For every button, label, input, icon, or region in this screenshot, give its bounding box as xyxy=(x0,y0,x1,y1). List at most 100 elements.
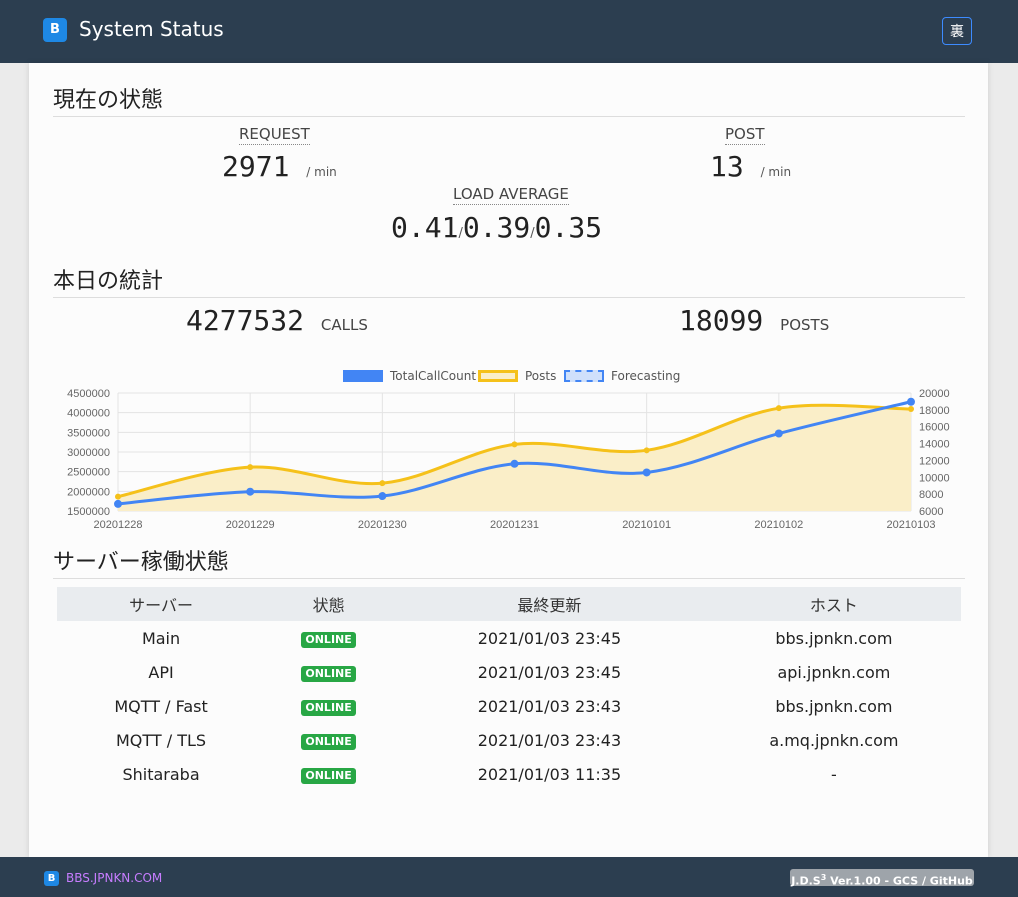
current-status-heading: 現在の状態 xyxy=(53,87,965,117)
left-axis-tick: 2500000 xyxy=(67,467,110,479)
request-value: 2971 / min xyxy=(222,151,337,188)
right-axis-tick: 20000 xyxy=(919,388,950,400)
server-name: MQTT / Fast xyxy=(114,696,208,716)
last-updated: 2021/01/03 23:45 xyxy=(477,662,622,682)
last-updated: 2021/01/03 23:45 xyxy=(477,628,622,648)
table-row: Shitaraba ONLINE 2021/01/03 11:35 - xyxy=(57,757,961,791)
request-label: REQUEST xyxy=(239,125,310,145)
post-label: POST xyxy=(725,125,765,145)
table-header-row: サーバー 状態 最終更新 ホスト xyxy=(57,587,961,621)
right-axis-tick: 12000 xyxy=(919,455,950,467)
table-row: MQTT / Fast ONLINE 2021/01/03 23:43 bbs.… xyxy=(57,689,961,723)
x-axis-tick: 20210103 xyxy=(887,519,936,531)
totalcallcount-point xyxy=(510,459,519,468)
x-axis-tick: 20201230 xyxy=(358,519,407,531)
host: api.jpnkn.com xyxy=(777,662,891,682)
posts-point xyxy=(379,480,386,487)
legend-label-forecasting[interactable]: Forecasting xyxy=(611,368,680,384)
x-axis-tick: 20201231 xyxy=(490,519,539,531)
left-axis-tick: 4500000 xyxy=(67,388,110,400)
load-average-value: 0.41/0.39/0.35 xyxy=(391,212,602,250)
total-calls-value: 4277532 xyxy=(186,304,305,337)
stats-chart: 4500000 4000000 3500000 3000000 2500000 20000… xyxy=(67,388,950,531)
post-count: 13 xyxy=(710,150,744,183)
load-5min: 0.39 xyxy=(462,211,531,244)
status-badge: ONLINE xyxy=(301,666,356,682)
col-status: 状態 xyxy=(265,587,393,621)
footer-site-link[interactable]: BBS.JPNKN.COM xyxy=(66,871,162,886)
posts-point xyxy=(115,493,121,500)
legend-label-totalcallcount[interactable]: TotalCallCount xyxy=(390,368,476,384)
right-axis-tick: 18000 xyxy=(919,405,950,417)
x-axis-tick: 20201228 xyxy=(94,519,143,531)
app-title[interactable]: System Status xyxy=(79,17,224,41)
server-name: MQTT / TLS xyxy=(116,730,207,750)
table-row: MQTT / TLS ONLINE 2021/01/03 23:43 a.mq.… xyxy=(57,723,961,757)
footer: B BBS.JPNKN.COM J.D.S3 Ver.1.00 - GCS / … xyxy=(0,857,1018,897)
legend-swatch-forecasting[interactable] xyxy=(564,370,604,382)
server-name: Main xyxy=(141,628,181,648)
post-unit: / min xyxy=(760,165,792,179)
request-count: 2971 xyxy=(222,150,290,183)
load-15min: 0.35 xyxy=(534,211,603,244)
posts-point xyxy=(775,405,782,412)
totalcallcount-point xyxy=(774,429,783,438)
right-axis-tick: 14000 xyxy=(919,439,950,451)
legend-label-posts[interactable]: Posts xyxy=(525,368,556,384)
legend-swatch-posts[interactable] xyxy=(478,370,518,382)
request-unit: / min xyxy=(306,165,337,179)
logo-icon[interactable]: B xyxy=(43,18,67,42)
left-axis-tick: 2000000 xyxy=(67,486,110,498)
right-axis-tick: 6000 xyxy=(919,506,943,518)
server-status-heading: サーバー稼働状態 xyxy=(53,549,965,579)
right-axis-tick: 8000 xyxy=(919,489,943,501)
status-badge: ONLINE xyxy=(301,734,356,750)
col-server: サーバー xyxy=(57,587,266,621)
left-axis-tick: 3500000 xyxy=(67,427,110,439)
totalcallcount-point xyxy=(378,492,387,501)
last-updated: 2021/01/03 23:43 xyxy=(477,730,622,750)
x-axis-tick: 20210102 xyxy=(754,519,803,531)
server-name: Shitaraba xyxy=(122,764,200,784)
top-navbar: B System Status 裏 xyxy=(0,0,1018,63)
status-badge: ONLINE xyxy=(301,700,356,716)
table-row: API ONLINE 2021/01/03 23:45 api.jpnkn.co… xyxy=(57,655,961,689)
last-updated: 2021/01/03 23:43 xyxy=(477,696,622,716)
legend-swatch-totalcallcount[interactable] xyxy=(343,370,383,382)
left-axis-tick: 1500000 xyxy=(67,506,110,518)
host: bbs.jpnkn.com xyxy=(775,696,893,716)
total-posts-unit: POSTS xyxy=(780,316,830,334)
table-row: Main ONLINE 2021/01/03 23:45 bbs.jpnkn.c… xyxy=(57,621,961,655)
last-updated: 2021/01/03 11:35 xyxy=(477,764,622,784)
right-axis-tick: 10000 xyxy=(919,472,950,484)
posts-point xyxy=(908,406,914,413)
version-suffix: Ver.1.00 - GCS / GitHub xyxy=(826,874,973,888)
theme-toggle-button[interactable]: 裏 xyxy=(942,17,972,45)
host: a.mq.jpnkn.com xyxy=(769,730,899,750)
totalcallcount-point xyxy=(114,499,122,508)
host: bbs.jpnkn.com xyxy=(775,628,893,648)
version-badge[interactable]: J.D.S3 Ver.1.00 - GCS / GitHub xyxy=(790,869,974,888)
posts-point xyxy=(247,464,254,471)
col-last-updated: 最終更新 xyxy=(392,587,707,621)
load-1min: 0.41 xyxy=(391,211,459,244)
server-table: サーバー 状態 最終更新 ホスト Main ONLINE 2021/01/03 … xyxy=(57,587,961,791)
status-badge: ONLINE xyxy=(301,632,356,648)
footer-logo-icon[interactable]: B xyxy=(44,871,59,886)
x-axis-tick: 20210101 xyxy=(622,519,671,531)
totalcallcount-point xyxy=(907,397,915,406)
version-prefix: J.D.S xyxy=(791,874,821,888)
total-posts-value: 18099 xyxy=(679,304,764,337)
col-host: ホスト xyxy=(706,587,961,621)
posts-point xyxy=(511,441,518,448)
total-posts: 18099 POSTS xyxy=(679,305,829,341)
left-axis-tick: 3000000 xyxy=(67,447,110,459)
post-value: 13 / min xyxy=(710,151,791,188)
total-calls: 4277532 CALLS xyxy=(186,305,368,341)
x-axis-tick: 20201229 xyxy=(226,519,275,531)
left-axis-tick: 4000000 xyxy=(67,408,110,420)
totalcallcount-point xyxy=(642,468,651,477)
total-calls-unit: CALLS xyxy=(320,316,368,334)
host: - xyxy=(831,764,837,784)
main-card: 現在の状態 REQUEST 2971 / min POST 13 / min L… xyxy=(29,63,988,857)
